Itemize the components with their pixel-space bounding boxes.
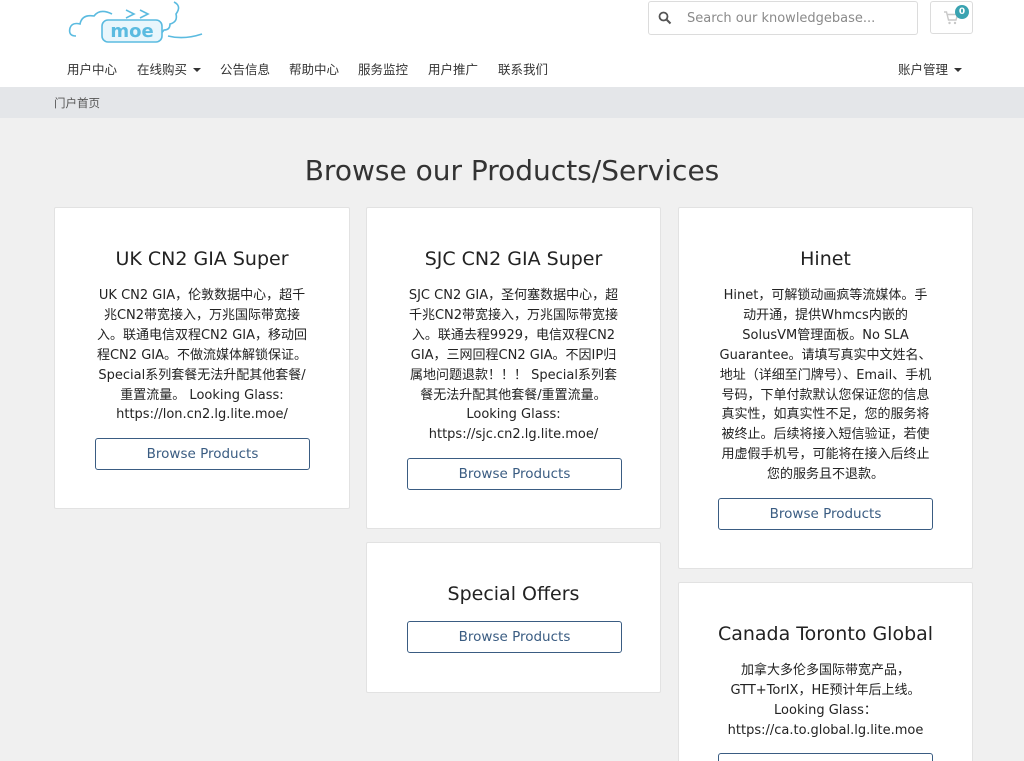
- cart-count-badge: 0: [955, 5, 969, 19]
- nav-item-label: 用户中心: [67, 62, 118, 77]
- card-desc-line: 您的服务且不退款。: [766, 467, 884, 483]
- nav-item-help-center[interactable]: 帮助中心: [289, 60, 339, 80]
- card-desc-line: 被终止。后续将接入短信验证，若使: [721, 427, 930, 443]
- card-desc-line: 程CN2 GIA。不做流媒体解锁保证。: [96, 347, 307, 363]
- card-desc-line: GTT+TorIX，HE预计年后上线。: [730, 682, 921, 698]
- card-desc-line: 地址（详细至门牌号）、Email、手机: [719, 367, 932, 383]
- logo-cloud-icon: moe: [68, 1, 203, 43]
- card-desc-line: 餐无法升配其他套餐/重置流量。: [420, 387, 607, 403]
- card-description: SJC CN2 GIA，圣何塞数据中心，超 千兆CN2带宽接入，万兆国际带宽接 …: [367, 286, 660, 445]
- card-desc-line: UK CN2 GIA，伦敦数据中心，超千: [98, 288, 306, 303]
- card-desc-line: https://lon.cn2.lg.lite.moe/: [116, 407, 288, 423]
- card-desc-line: https://sjc.cn2.lg.lite.moe/: [428, 427, 599, 443]
- caret-down-icon: [193, 67, 202, 72]
- breadcrumb: 门户首页: [0, 87, 1024, 118]
- card-desc-line: GIA，三网回程CN2 GIA。不因IP归: [410, 347, 617, 363]
- card-desc-line: SJC CN2 GIA，圣何塞数据中心，超: [408, 288, 619, 303]
- nav-item-label: 公告信息: [220, 62, 271, 77]
- site-logo[interactable]: moe: [66, 0, 206, 46]
- card-desc-line: 动开通，提供Whmcs内嵌的: [743, 307, 908, 323]
- product-card-special-offers: Special Offers Browse Products: [366, 542, 661, 693]
- nav-item-user-center[interactable]: 用户中心: [67, 60, 117, 80]
- card-desc-line: Guarantee。请填写真实中文姓名、: [719, 347, 932, 363]
- nav-item-account[interactable]: 账户管理: [898, 60, 963, 80]
- nav-item-service-monitor[interactable]: 服务监控: [358, 60, 408, 80]
- card-title: UK CN2 GIA Super: [115, 248, 289, 270]
- product-card-sjc: SJC CN2 GIA Super SJC CN2 GIA，圣何塞数据中心，超 …: [366, 207, 661, 529]
- search-icon: [658, 11, 672, 25]
- card-desc-line: 入。联通去程9929，电信双程CN2: [411, 327, 616, 343]
- page-title: Browse our Products/Services: [304, 154, 720, 187]
- nav-item-label: 用户推广: [428, 62, 479, 77]
- site-header: moe 0 用户中心 在线购买 公告信息 帮助中心 服务监控: [0, 0, 1024, 87]
- card-title: SJC CN2 GIA Super: [424, 248, 603, 270]
- card-title: Hinet: [800, 248, 851, 270]
- card-desc-line: 真实性，如真实性不足，您的服务将: [721, 407, 930, 423]
- card-desc-line: 千兆CN2带宽接入，万兆国际带宽接: [408, 307, 619, 323]
- card-desc-line: 用虚假手机号，可能将在接入后终止: [721, 447, 930, 463]
- card-desc-line: 号码，下单付款默认您保证您的信息: [721, 387, 930, 403]
- card-desc-line: https://ca.to.global.lg.lite.moe: [727, 722, 924, 738]
- product-card-canada-toronto: Canada Toronto Global 加拿大多伦多国际带宽产品， GTT+…: [678, 582, 973, 761]
- nav-item-announcements[interactable]: 公告信息: [220, 60, 270, 80]
- browse-products-button[interactable]: Browse Products: [407, 458, 622, 490]
- card-description: 加拿大多伦多国际带宽产品， GTT+TorIX，HE预计年后上线。 Lookin…: [679, 661, 972, 741]
- browse-products-button[interactable]: Browse Products: [718, 753, 933, 761]
- card-description: Hinet，可解锁动画疯等流媒体。手 动开通，提供Whmcs内嵌的 SolusV…: [679, 286, 972, 485]
- card-title: Canada Toronto Global: [717, 623, 934, 645]
- card-title: Special Offers: [447, 583, 580, 605]
- browse-products-button[interactable]: Browse Products: [95, 438, 310, 470]
- card-desc-line: Looking Glass:: [466, 407, 561, 423]
- browse-products-button[interactable]: Browse Products: [718, 498, 933, 530]
- search-box[interactable]: [648, 1, 918, 35]
- card-description: UK CN2 GIA，伦敦数据中心，超千 兆CN2带宽接入，万兆国际带宽接 入。…: [55, 286, 349, 425]
- card-desc-line: Special系列套餐无法升配其他套餐/: [98, 367, 306, 383]
- card-desc-line: 属地问题退款！！！ Special系列套: [410, 367, 617, 383]
- nav-item-label: 账户管理: [898, 62, 949, 77]
- nav-item-contact-us[interactable]: 联系我们: [498, 60, 548, 80]
- card-desc-line: SolusVM管理面板。No SLA: [742, 327, 909, 343]
- cart-button[interactable]: 0: [930, 1, 973, 34]
- card-desc-line: 重置流量。 Looking Glass:: [120, 387, 284, 403]
- card-desc-line: Hinet，可解锁动画疯等流媒体。手: [723, 288, 928, 303]
- product-card-hinet: Hinet Hinet，可解锁动画疯等流媒体。手 动开通，提供Whmcs内嵌的 …: [678, 207, 973, 569]
- nav-item-label: 联系我们: [498, 62, 549, 77]
- nav-item-label: 在线购买: [137, 62, 188, 77]
- caret-down-icon: [954, 67, 963, 72]
- logo-text: moe: [110, 21, 153, 42]
- breadcrumb-home[interactable]: 门户首页: [54, 95, 100, 111]
- card-desc-line: 入。联通电信双程CN2 GIA，移动回: [96, 327, 307, 343]
- main-nav: 用户中心 在线购买 公告信息 帮助中心 服务监控 用户推广 联系我们 账户管理: [0, 60, 1024, 82]
- nav-item-affiliates[interactable]: 用户推广: [428, 60, 478, 80]
- card-desc-line: 兆CN2带宽接入，万兆国际带宽接: [103, 307, 301, 323]
- product-card-uk: UK CN2 GIA Super UK CN2 GIA，伦敦数据中心，超千 兆C…: [54, 207, 350, 509]
- card-desc-line: Looking Glass：: [774, 702, 877, 718]
- card-desc-line: 加拿大多伦多国际带宽产品，: [740, 663, 910, 678]
- nav-item-label: 服务监控: [358, 62, 409, 77]
- nav-item-label: 帮助中心: [289, 62, 340, 77]
- nav-item-buy-online[interactable]: 在线购买: [137, 60, 202, 80]
- search-input[interactable]: [687, 2, 912, 34]
- browse-products-button[interactable]: Browse Products: [407, 621, 622, 653]
